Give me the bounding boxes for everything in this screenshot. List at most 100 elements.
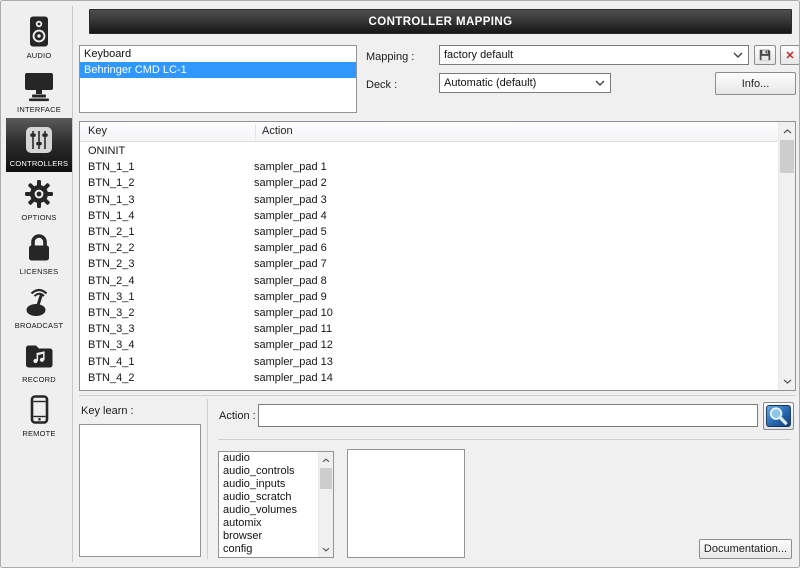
table-row[interactable]: BTN_2_1 sampler_pad 5 — [80, 224, 778, 240]
key-cell: BTN_2_4 — [80, 275, 254, 287]
table-row[interactable]: BTN_1_3 sampler_pad 3 — [80, 192, 778, 208]
action-cell: sampler_pad 13 — [254, 356, 778, 368]
column-header-key[interactable]: Key — [88, 125, 107, 137]
save-mapping-button[interactable] — [754, 45, 776, 65]
sidebar-item-licenses[interactable]: LICENSES — [6, 226, 72, 280]
table-header: Key Action — [80, 122, 778, 142]
table-row[interactable]: BTN_3_2 sampler_pad 10 — [80, 305, 778, 321]
sidebar-label: REMOTE — [22, 429, 55, 438]
list-item[interactable]: browser — [219, 530, 318, 543]
key-cell: BTN_1_4 — [80, 210, 254, 222]
red-x-icon: ✕ — [785, 49, 794, 62]
mapping-value: factory default — [444, 49, 733, 61]
column-header-action[interactable]: Action — [262, 125, 293, 137]
sidebar-item-controllers[interactable]: CONTROLLERS — [6, 118, 72, 172]
table-row[interactable]: BTN_1_4 sampler_pad 4 — [80, 208, 778, 224]
action-detail-box[interactable] — [347, 449, 465, 558]
page-title: CONTROLLER MAPPING — [369, 16, 513, 28]
sidebar-item-interface[interactable]: INTERFACE — [6, 64, 72, 118]
table-body: ONINIT BTN_1_1 sampler_pad 1 BTN_1_2 sam… — [80, 143, 778, 390]
info-button[interactable]: Info... — [715, 72, 796, 95]
category-scrollbar[interactable] — [318, 452, 333, 557]
list-item[interactable]: audio — [219, 452, 318, 465]
key-cell: BTN_4_2 — [80, 372, 254, 384]
action-cell: sampler_pad 4 — [254, 210, 778, 222]
action-divider — [218, 439, 791, 440]
documentation-button[interactable]: Documentation... — [699, 539, 792, 559]
table-row[interactable]: BTN_4_1 sampler_pad 13 — [80, 353, 778, 369]
key-cell: BTN_3_4 — [80, 339, 254, 351]
key-cell: ONINIT — [80, 145, 254, 157]
vertical-divider — [207, 399, 208, 559]
table-scrollbar[interactable] — [778, 122, 795, 390]
monitor-icon — [22, 69, 56, 103]
scroll-down-icon[interactable] — [779, 373, 795, 389]
mapping-select[interactable]: factory default — [439, 45, 749, 65]
sidebar-label: INTERFACE — [17, 105, 61, 114]
list-item[interactable]: audio_inputs — [219, 478, 318, 491]
list-item[interactable]: config — [219, 543, 318, 556]
gear-icon — [22, 177, 56, 211]
table-row[interactable]: BTN_2_4 sampler_pad 8 — [80, 273, 778, 289]
section-divider — [79, 395, 796, 396]
table-row[interactable]: BTN_1_2 sampler_pad 2 — [80, 175, 778, 191]
action-cell: sampler_pad 5 — [254, 226, 778, 238]
key-cell: BTN_3_3 — [80, 323, 254, 335]
section-titlebar: CONTROLLER MAPPING — [89, 9, 792, 34]
key-learn-box[interactable] — [79, 424, 201, 557]
sidebar-item-options[interactable]: OPTIONS — [6, 172, 72, 226]
table-row[interactable]: BTN_2_2 sampler_pad 6 — [80, 240, 778, 256]
action-cell: sampler_pad 1 — [254, 161, 778, 173]
action-cell: sampler_pad 7 — [254, 258, 778, 270]
sidebar-item-audio[interactable]: AUDIO — [6, 10, 72, 64]
device-list: Keyboard Behringer CMD LC-1 — [79, 45, 357, 113]
record-folder-icon — [22, 339, 56, 373]
table-row[interactable]: BTN_2_3 sampler_pad 7 — [80, 256, 778, 272]
sidebar-label: BROADCAST — [15, 321, 63, 330]
scroll-down-icon[interactable] — [319, 542, 333, 556]
list-item[interactable]: automix — [219, 517, 318, 530]
key-cell: BTN_2_3 — [80, 258, 254, 270]
key-cell: BTN_1_1 — [80, 161, 254, 173]
sidebar-item-record[interactable]: RECORD — [6, 334, 72, 388]
category-rows: audioaudio_controlsaudio_inputsaudio_scr… — [219, 452, 318, 557]
table-row[interactable]: ONINIT — [80, 143, 778, 159]
key-cell: BTN_3_1 — [80, 291, 254, 303]
action-search-input[interactable] — [258, 404, 758, 427]
device-item-behringer[interactable]: Behringer CMD LC-1 — [80, 62, 356, 78]
controller-mapping-window: AUDIO INTERFACE — [0, 0, 800, 568]
table-row[interactable]: BTN_3_3 sampler_pad 11 — [80, 321, 778, 337]
sidebar-item-broadcast[interactable]: BROADCAST — [6, 280, 72, 334]
action-category-list: audioaudio_controlsaudio_inputsaudio_scr… — [218, 451, 334, 558]
sidebar-label: AUDIO — [27, 51, 52, 60]
sliders-icon — [22, 123, 56, 157]
key-cell: BTN_2_1 — [80, 226, 254, 238]
scroll-up-icon[interactable] — [319, 453, 333, 467]
table-row[interactable]: BTN_3_1 sampler_pad 9 — [80, 289, 778, 305]
key-learn-label: Key learn : — [81, 405, 134, 417]
delete-mapping-button[interactable]: ✕ — [780, 45, 800, 65]
list-item[interactable]: audio_volumes — [219, 504, 318, 517]
search-button[interactable] — [763, 402, 794, 430]
sidebar-label: OPTIONS — [21, 213, 56, 222]
key-cell: BTN_4_1 — [80, 356, 254, 368]
list-item[interactable]: audio_controls — [219, 465, 318, 478]
scrollbar-thumb[interactable] — [780, 140, 794, 173]
table-row[interactable]: BTN_4_2 sampler_pad 14 — [80, 370, 778, 386]
action-cell: sampler_pad 9 — [254, 291, 778, 303]
table-row[interactable]: BTN_3_4 sampler_pad 12 — [80, 337, 778, 353]
scrollbar-thumb[interactable] — [320, 468, 332, 489]
action-cell: sampler_pad 11 — [254, 323, 778, 335]
key-cell: BTN_1_3 — [80, 194, 254, 206]
table-row[interactable]: BTN_1_1 sampler_pad 1 — [80, 159, 778, 175]
scroll-up-icon[interactable] — [779, 123, 795, 139]
action-label: Action : — [219, 410, 256, 422]
deck-value: Automatic (default) — [444, 77, 595, 89]
list-item[interactable]: audio_scratch — [219, 491, 318, 504]
deck-select[interactable]: Automatic (default) — [439, 73, 611, 93]
device-item-keyboard[interactable]: Keyboard — [80, 46, 356, 62]
sidebar-item-remote[interactable]: REMOTE — [6, 388, 72, 442]
list-item[interactable]: controller — [219, 556, 318, 557]
action-cell: sampler_pad 12 — [254, 339, 778, 351]
speaker-icon — [22, 15, 56, 49]
